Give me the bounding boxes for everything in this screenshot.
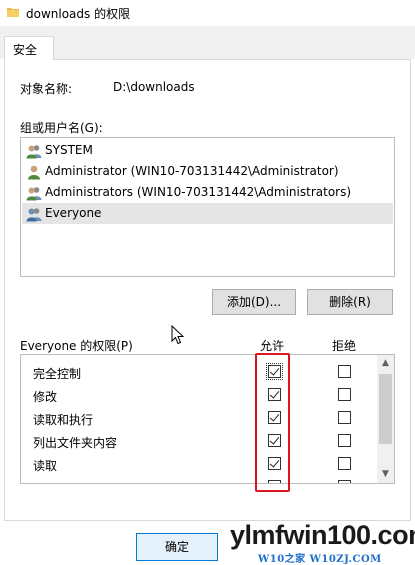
permission-name: 读取 bbox=[33, 459, 58, 473]
permission-row-modify: 修改 bbox=[21, 383, 376, 406]
object-name-label: 对象名称: bbox=[20, 82, 73, 96]
permission-name: 列出文件夹内容 bbox=[33, 436, 118, 450]
user-name: Everyone bbox=[45, 206, 102, 220]
deny-checkbox[interactable] bbox=[338, 480, 351, 483]
scroll-down-icon[interactable]: ▼ bbox=[377, 466, 394, 483]
list-item-system[interactable]: SYSTEM bbox=[22, 140, 393, 161]
permissions-scrollbar[interactable]: ▲ ▼ bbox=[377, 355, 394, 483]
permissions-list: 完全控制 修改 读取和执行 列出文件夹内容 读取 写入 ▲ ▼ bbox=[20, 354, 395, 484]
scroll-up-icon[interactable]: ▲ bbox=[377, 355, 394, 372]
deny-checkbox[interactable] bbox=[338, 411, 351, 424]
remove-button[interactable]: 删除(R) bbox=[307, 289, 393, 315]
user-name: Administrators (WIN10-703131442\Administ… bbox=[45, 185, 352, 199]
title-bar: downloads 的权限 bbox=[0, 0, 415, 26]
tab-security[interactable]: 安全 bbox=[4, 36, 54, 60]
user-icon bbox=[28, 165, 40, 180]
permission-name: 写入 bbox=[33, 480, 57, 483]
allow-header: 允许 bbox=[260, 339, 285, 353]
permission-name: 完全控制 bbox=[33, 367, 82, 381]
permission-name: 修改 bbox=[33, 390, 58, 404]
deny-checkbox[interactable] bbox=[338, 457, 351, 470]
window-title: downloads 的权限 bbox=[26, 7, 131, 21]
watermark-sub-text: W10之家 W10ZJ.COM bbox=[258, 554, 382, 565]
group-user-label: 组或用户名(G): bbox=[20, 121, 103, 135]
permission-row-read: 读取 bbox=[21, 452, 376, 475]
add-button[interactable]: 添加(D)... bbox=[212, 289, 296, 315]
permission-row-list-folder: 列出文件夹内容 bbox=[21, 429, 376, 452]
users-icon bbox=[26, 187, 42, 201]
watermark-main-text: ylmfwin100.com bbox=[230, 520, 415, 550]
ok-button[interactable]: 确定 bbox=[136, 533, 218, 561]
tab-strip bbox=[0, 26, 415, 59]
mouse-cursor-icon bbox=[171, 325, 185, 345]
group-user-list[interactable]: SYSTEM Administrator (WIN10-703131442\Ad… bbox=[20, 137, 395, 277]
user-name: Administrator (WIN10-703131442\Administr… bbox=[45, 164, 339, 178]
permission-name: 读取和执行 bbox=[33, 413, 94, 427]
deny-checkbox[interactable] bbox=[338, 434, 351, 447]
users-icon bbox=[26, 145, 42, 159]
list-item-administrators[interactable]: Administrators (WIN10-703131442\Administ… bbox=[22, 182, 393, 203]
object-name-value: D:\downloads bbox=[113, 80, 195, 94]
folder-icon bbox=[7, 8, 19, 17]
deny-header: 拒绝 bbox=[332, 339, 357, 353]
deny-checkbox[interactable] bbox=[338, 388, 351, 401]
permission-row-full-control: 完全控制 bbox=[21, 360, 376, 383]
allow-column-highlight bbox=[255, 353, 290, 492]
user-name: SYSTEM bbox=[45, 143, 93, 157]
scroll-thumb[interactable] bbox=[379, 374, 392, 444]
list-item-everyone[interactable]: Everyone bbox=[22, 203, 393, 224]
users-icon bbox=[26, 208, 42, 222]
tab-security-label: 安全 bbox=[13, 43, 38, 57]
list-item-administrator[interactable]: Administrator (WIN10-703131442\Administr… bbox=[22, 161, 393, 182]
permission-row-write: 写入 bbox=[21, 475, 376, 483]
site-watermark: ylmfwin100.com W10之家 W10ZJ.COM bbox=[228, 520, 415, 565]
deny-checkbox[interactable] bbox=[338, 365, 351, 378]
permission-row-read-execute: 读取和执行 bbox=[21, 406, 376, 429]
permissions-label: Everyone 的权限(P) bbox=[20, 339, 133, 353]
